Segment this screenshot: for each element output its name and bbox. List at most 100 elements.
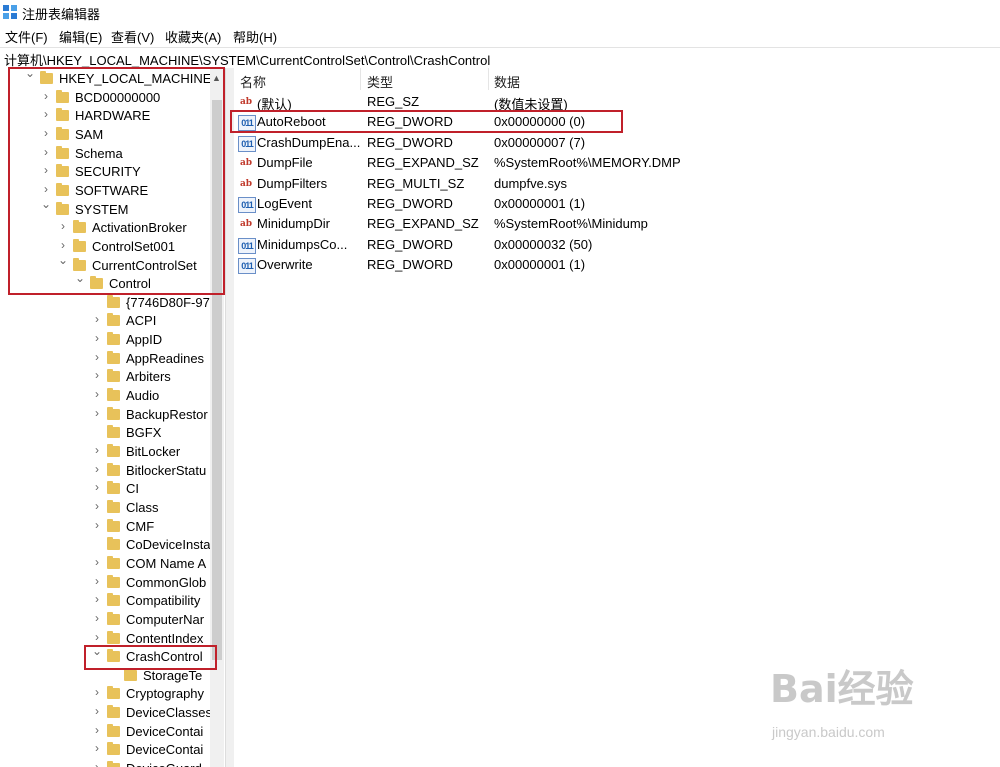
tree-node[interactable]: › CommonGlob (0, 574, 225, 592)
tree-node[interactable]: › DeviceContai (0, 723, 225, 741)
chevron-right-icon[interactable]: › (91, 592, 103, 606)
folder-icon (107, 611, 120, 625)
binary-value-icon: 011 (238, 197, 256, 213)
tree-node-label: BitlockerStatu (126, 462, 207, 478)
chevron-right-icon[interactable]: › (91, 741, 103, 755)
tree-node[interactable]: › DeviceClasses (0, 704, 225, 722)
column-header-type[interactable]: 类型 (367, 72, 393, 91)
folder-icon (107, 499, 120, 513)
tree-node[interactable]: › DeviceGuard (0, 760, 225, 767)
value-row[interactable]: ab MinidumpDir REG_EXPAND_SZ %SystemRoot%\M… (234, 214, 1000, 234)
address-bar[interactable]: 计算机\HKEY_LOCAL_MACHINE\SYSTEM\CurrentCon… (0, 47, 1000, 69)
tree-node[interactable]: › DeviceContai (0, 741, 225, 759)
value-row[interactable]: 011 CrashDumpEna... REG_DWORD 0x00000007 (7… (234, 133, 1000, 153)
chevron-right-icon[interactable]: › (91, 760, 103, 767)
tree-node-label: Arbiters (126, 369, 171, 385)
tree-node-label: {7746D80F-97 (126, 294, 210, 310)
value-row[interactable]: ab DumpFilters REG_MULTI_SZ dumpfve.sys (234, 174, 1000, 194)
tree-node[interactable]: CoDeviceInsta (0, 536, 225, 554)
chevron-right-icon[interactable]: › (91, 555, 103, 569)
tree-node-label: COM Name A (126, 555, 207, 571)
tree-node[interactable]: › COM Name A (0, 555, 225, 573)
folder-icon (107, 723, 120, 737)
value-row[interactable]: ab DumpFile REG_EXPAND_SZ %SystemRoot%\MEMO… (234, 153, 1000, 173)
chevron-right-icon[interactable]: › (91, 312, 103, 326)
binary-value-icon: 011 (238, 135, 256, 152)
column-header-data[interactable]: 数据 (494, 72, 520, 91)
tree-node[interactable]: › Compatibility (0, 592, 225, 610)
folder-icon (107, 313, 120, 327)
tree-node[interactable]: › AppID (0, 331, 225, 349)
folder-icon (107, 332, 120, 346)
menu-file[interactable]: 文件(F) (5, 27, 48, 46)
chevron-right-icon[interactable]: › (91, 723, 103, 737)
menu-edit[interactable]: 编辑(E) (59, 27, 102, 46)
chevron-right-icon[interactable]: › (91, 350, 103, 364)
tree-node-label: ComputerNar (126, 611, 205, 627)
chevron-right-icon[interactable]: › (91, 630, 103, 644)
string-value-icon: ab (239, 178, 253, 189)
value-name: Overwrite (257, 257, 313, 273)
watermark-brand: Bai经验 (770, 667, 914, 711)
chevron-right-icon[interactable]: › (91, 685, 103, 699)
folder-icon (107, 406, 120, 420)
chevron-right-icon[interactable]: › (91, 368, 103, 382)
value-row[interactable]: 011 Overwrite REG_DWORD 0x00000001 (1) (234, 255, 1000, 275)
column-header-name[interactable]: 名称 (240, 72, 266, 91)
column-divider[interactable] (360, 68, 361, 90)
string-value-icon: ab (239, 219, 253, 230)
tree-node[interactable]: › CMF (0, 518, 225, 536)
folder-icon (107, 574, 120, 588)
chevron-right-icon[interactable]: › (91, 574, 103, 588)
tree-node[interactable]: {7746D80F-97 (0, 294, 225, 312)
chevron-right-icon[interactable]: › (91, 704, 103, 718)
menu-view[interactable]: 查看(V) (111, 27, 154, 46)
tree-node[interactable]: › Audio (0, 387, 225, 405)
chevron-right-icon[interactable]: › (91, 480, 103, 494)
tree-node[interactable]: › ComputerNar (0, 611, 225, 629)
value-type: REG_DWORD (367, 196, 453, 211)
chevron-right-icon[interactable]: › (91, 611, 103, 625)
tree-node[interactable]: › AppReadines (0, 350, 225, 368)
folder-icon (107, 462, 120, 476)
tree-node[interactable]: BGFX (0, 424, 225, 442)
chevron-right-icon[interactable]: › (91, 406, 103, 420)
chevron-right-icon[interactable]: › (91, 387, 103, 401)
value-type: REG_EXPAND_SZ (367, 216, 479, 232)
folder-icon (107, 742, 120, 756)
menu-favorites[interactable]: 收藏夹(A) (165, 27, 221, 46)
tree-node-label: BGFX (126, 425, 162, 441)
tree-node[interactable]: › BackupRestor (0, 406, 225, 424)
chevron-right-icon[interactable]: › (91, 462, 103, 476)
tree-node[interactable]: › Class (0, 499, 225, 517)
folder-icon (107, 518, 120, 532)
column-divider[interactable] (488, 68, 489, 90)
watermark-url: jingyan.baidu.com (772, 724, 885, 740)
menu-help[interactable]: 帮助(H) (233, 27, 277, 46)
chevron-right-icon[interactable]: › (91, 443, 103, 457)
tree-node[interactable]: › BitLocker (0, 443, 225, 461)
value-row[interactable]: 011 LogEvent REG_DWORD 0x00000001 (1) (234, 194, 1000, 214)
tree-node[interactable]: › Cryptography (0, 685, 225, 703)
chevron-right-icon[interactable]: › (91, 499, 103, 513)
tree-node-label: DeviceContai (126, 723, 204, 739)
tree-node[interactable]: › BitlockerStatu (0, 462, 225, 480)
folder-icon (107, 481, 120, 495)
tree-node[interactable]: › ACPI (0, 312, 225, 330)
value-row[interactable]: ab (默认) REG_SZ (数值未设置) (234, 92, 1000, 112)
binary-value-icon: 011 (238, 237, 256, 254)
highlight-box-crashcontrol (84, 645, 217, 670)
value-data: 0x00000007 (7) (494, 134, 586, 150)
tree-node-label: Cryptography (126, 686, 205, 702)
tree-node[interactable]: › Arbiters (0, 368, 225, 386)
value-name: MinidumpsCo... (257, 236, 348, 252)
folder-icon (107, 555, 120, 569)
value-type: REG_MULTI_SZ (367, 175, 465, 191)
value-name: CrashDumpEna... (257, 134, 361, 150)
value-row[interactable]: 011 MinidumpsCo... REG_DWORD 0x00000032 (50… (234, 235, 1000, 255)
highlight-box-tree-path (8, 67, 225, 295)
tree-node[interactable]: › CI (0, 480, 225, 498)
chevron-right-icon[interactable]: › (91, 331, 103, 345)
chevron-right-icon[interactable]: › (91, 518, 103, 532)
folder-icon (107, 444, 120, 457)
